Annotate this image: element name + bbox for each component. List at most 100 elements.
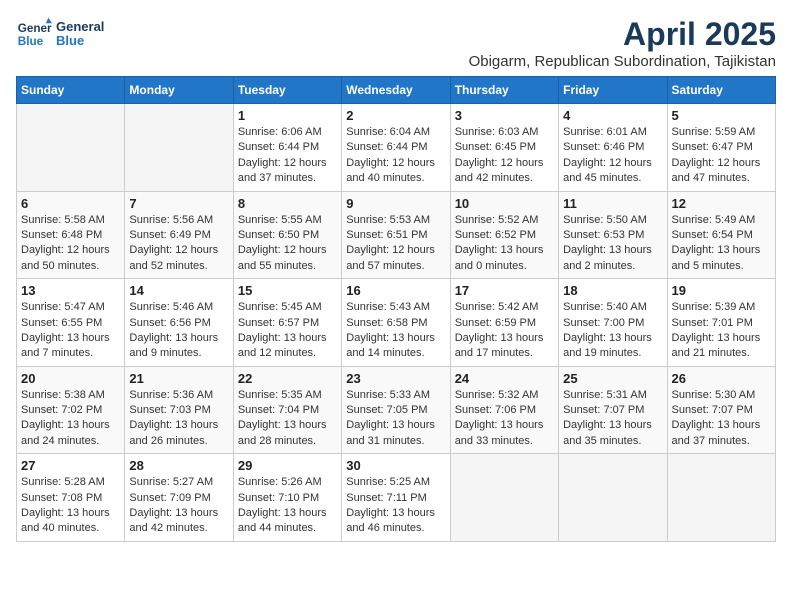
- day-number: 21: [129, 371, 228, 386]
- day-number: 6: [21, 196, 120, 211]
- calendar-cell: 27 Sunrise: 5:28 AMSunset: 7:08 PMDayligh…: [17, 454, 125, 542]
- day-info: Sunrise: 5:52 AMSunset: 6:52 PMDaylight:…: [455, 213, 554, 275]
- day-info: Sunrise: 5:50 AMSunset: 6:53 PMDaylight:…: [563, 213, 662, 275]
- weekday-header: Monday: [125, 77, 233, 104]
- weekday-header: Sunday: [17, 77, 125, 104]
- day-number: 22: [238, 371, 337, 386]
- calendar-cell: 16 Sunrise: 5:43 AMSunset: 6:58 PMDayligh…: [342, 279, 450, 367]
- day-info: Sunrise: 6:04 AMSunset: 6:44 PMDaylight:…: [346, 125, 445, 187]
- calendar-cell: 9 Sunrise: 5:53 AMSunset: 6:51 PMDaylight…: [342, 191, 450, 279]
- weekday-header: Thursday: [450, 77, 558, 104]
- day-number: 13: [21, 283, 120, 298]
- day-number: 14: [129, 283, 228, 298]
- day-info: Sunrise: 5:56 AMSunset: 6:49 PMDaylight:…: [129, 213, 228, 275]
- calendar-week-row: 20Sunrise: 5:38 AMSunset: 7:02 PMDayligh…: [17, 366, 776, 454]
- svg-text:Blue: Blue: [18, 35, 44, 48]
- calendar-cell: 7 Sunrise: 5:56 AMSunset: 6:49 PMDaylight…: [125, 191, 233, 279]
- day-info: Sunrise: 5:53 AMSunset: 6:51 PMDaylight:…: [346, 213, 445, 275]
- day-info: Sunrise: 5:42 AMSunset: 6:59 PMDaylight:…: [455, 300, 554, 362]
- day-info: Sunrise: 5:26 AMSunset: 7:10 PMDaylight:…: [238, 475, 337, 537]
- day-number: 12: [672, 196, 771, 211]
- logo: General Blue General Blue: [16, 16, 104, 52]
- calendar-cell: 3Sunrise: 6:03 AMSunset: 6:45 PMDaylight…: [450, 104, 558, 192]
- calendar-cell: 23 Sunrise: 5:33 AMSunset: 7:05 PMDayligh…: [342, 366, 450, 454]
- day-number: 27: [21, 458, 120, 473]
- day-number: 25: [563, 371, 662, 386]
- weekday-header-row: SundayMondayTuesdayWednesdayThursdayFrid…: [17, 77, 776, 104]
- calendar-cell: 26Sunrise: 5:30 AMSunset: 7:07 PMDayligh…: [667, 366, 775, 454]
- weekday-header: Friday: [559, 77, 667, 104]
- day-info: Sunrise: 5:58 AMSunset: 6:48 PMDaylight:…: [21, 213, 120, 275]
- calendar-cell: [559, 454, 667, 542]
- day-info: Sunrise: 5:43 AMSunset: 6:58 PMDaylight:…: [346, 300, 445, 362]
- calendar-cell: 10 Sunrise: 5:52 AMSunset: 6:52 PMDayligh…: [450, 191, 558, 279]
- day-info: Sunrise: 5:49 AMSunset: 6:54 PMDaylight:…: [672, 213, 771, 275]
- day-number: 23: [346, 371, 445, 386]
- calendar-cell: 2 Sunrise: 6:04 AMSunset: 6:44 PMDaylight…: [342, 104, 450, 192]
- calendar-cell: 18 Sunrise: 5:40 AMSunset: 7:00 PMDayligh…: [559, 279, 667, 367]
- day-info: Sunrise: 5:47 AMSunset: 6:55 PMDaylight:…: [21, 300, 120, 362]
- day-number: 2: [346, 108, 445, 123]
- day-info: Sunrise: 5:28 AMSunset: 7:08 PMDaylight:…: [21, 475, 120, 537]
- day-info: Sunrise: 5:40 AMSunset: 7:00 PMDaylight:…: [563, 300, 662, 362]
- calendar-cell: [450, 454, 558, 542]
- calendar-cell: [125, 104, 233, 192]
- title-block: April 2025 Obigarm, Republican Subordina…: [469, 16, 776, 70]
- calendar-cell: 24Sunrise: 5:32 AMSunset: 7:06 PMDayligh…: [450, 366, 558, 454]
- day-info: Sunrise: 5:27 AMSunset: 7:09 PMDaylight:…: [129, 475, 228, 537]
- day-info: Sunrise: 5:31 AMSunset: 7:07 PMDaylight:…: [563, 388, 662, 450]
- calendar-cell: 25 Sunrise: 5:31 AMSunset: 7:07 PMDayligh…: [559, 366, 667, 454]
- calendar-cell: 4 Sunrise: 6:01 AMSunset: 6:46 PMDaylight…: [559, 104, 667, 192]
- page-header: General Blue General Blue April 2025 Obi…: [16, 16, 776, 70]
- calendar-cell: 13 Sunrise: 5:47 AMSunset: 6:55 PMDayligh…: [17, 279, 125, 367]
- day-number: 5: [672, 108, 771, 123]
- day-info: Sunrise: 5:35 AMSunset: 7:04 PMDaylight:…: [238, 388, 337, 450]
- calendar-cell: 5 Sunrise: 5:59 AMSunset: 6:47 PMDaylight…: [667, 104, 775, 192]
- day-number: 10: [455, 196, 554, 211]
- calendar-cell: 15 Sunrise: 5:45 AMSunset: 6:57 PMDayligh…: [233, 279, 341, 367]
- day-info: Sunrise: 5:59 AMSunset: 6:47 PMDaylight:…: [672, 125, 771, 187]
- day-number: 15: [238, 283, 337, 298]
- calendar-cell: 6 Sunrise: 5:58 AMSunset: 6:48 PMDaylight…: [17, 191, 125, 279]
- day-info: Sunrise: 5:32 AMSunset: 7:06 PMDaylight:…: [455, 388, 554, 450]
- day-number: 17: [455, 283, 554, 298]
- calendar-week-row: 1 Sunrise: 6:06 AMSunset: 6:44 PMDaylight…: [17, 104, 776, 192]
- calendar-cell: 21 Sunrise: 5:36 AMSunset: 7:03 PMDayligh…: [125, 366, 233, 454]
- day-info: Sunrise: 5:25 AMSunset: 7:11 PMDaylight:…: [346, 475, 445, 537]
- day-info: Sunrise: 6:03 AMSunset: 6:45 PMDaylight:…: [455, 125, 554, 187]
- day-number: 7: [129, 196, 228, 211]
- day-info: Sunrise: 5:36 AMSunset: 7:03 PMDaylight:…: [129, 388, 228, 450]
- calendar-week-row: 27 Sunrise: 5:28 AMSunset: 7:08 PMDayligh…: [17, 454, 776, 542]
- calendar-cell: 29 Sunrise: 5:26 AMSunset: 7:10 PMDayligh…: [233, 454, 341, 542]
- calendar-cell: 12 Sunrise: 5:49 AMSunset: 6:54 PMDayligh…: [667, 191, 775, 279]
- day-number: 18: [563, 283, 662, 298]
- logo-general: General: [56, 20, 104, 34]
- day-number: 1: [238, 108, 337, 123]
- calendar-week-row: 13 Sunrise: 5:47 AMSunset: 6:55 PMDayligh…: [17, 279, 776, 367]
- calendar-cell: 14 Sunrise: 5:46 AMSunset: 6:56 PMDayligh…: [125, 279, 233, 367]
- weekday-header: Tuesday: [233, 77, 341, 104]
- calendar-cell: 30 Sunrise: 5:25 AMSunset: 7:11 PMDayligh…: [342, 454, 450, 542]
- weekday-header: Wednesday: [342, 77, 450, 104]
- calendar-cell: 17 Sunrise: 5:42 AMSunset: 6:59 PMDayligh…: [450, 279, 558, 367]
- day-number: 16: [346, 283, 445, 298]
- day-info: Sunrise: 6:06 AMSunset: 6:44 PMDaylight:…: [238, 125, 337, 187]
- day-info: Sunrise: 5:38 AMSunset: 7:02 PMDaylight:…: [21, 388, 120, 450]
- day-number: 4: [563, 108, 662, 123]
- logo-icon: General Blue: [16, 16, 52, 52]
- day-number: 11: [563, 196, 662, 211]
- calendar-cell: [17, 104, 125, 192]
- calendar-cell: 19Sunrise: 5:39 AMSunset: 7:01 PMDayligh…: [667, 279, 775, 367]
- day-number: 30: [346, 458, 445, 473]
- weekday-header: Saturday: [667, 77, 775, 104]
- day-info: Sunrise: 5:45 AMSunset: 6:57 PMDaylight:…: [238, 300, 337, 362]
- day-info: Sunrise: 5:33 AMSunset: 7:05 PMDaylight:…: [346, 388, 445, 450]
- day-info: Sunrise: 6:01 AMSunset: 6:46 PMDaylight:…: [563, 125, 662, 187]
- day-number: 9: [346, 196, 445, 211]
- calendar-cell: 1 Sunrise: 6:06 AMSunset: 6:44 PMDaylight…: [233, 104, 341, 192]
- day-info: Sunrise: 5:46 AMSunset: 6:56 PMDaylight:…: [129, 300, 228, 362]
- svg-text:General: General: [18, 22, 52, 35]
- day-info: Sunrise: 5:30 AMSunset: 7:07 PMDaylight:…: [672, 388, 771, 450]
- day-info: Sunrise: 5:55 AMSunset: 6:50 PMDaylight:…: [238, 213, 337, 275]
- day-number: 29: [238, 458, 337, 473]
